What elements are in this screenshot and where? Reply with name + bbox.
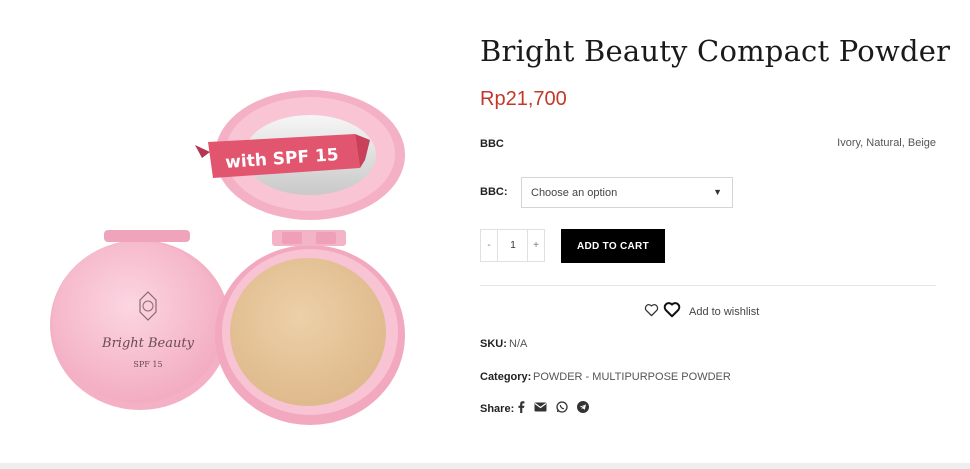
lid-brand-text: Bright Beauty bbox=[101, 336, 195, 351]
lid-spf-text: SPF 15 bbox=[133, 360, 162, 369]
divider bbox=[480, 285, 936, 286]
variation-select-value: Choose an option bbox=[531, 187, 618, 199]
product-title: Bright Beauty Compact Powder bbox=[480, 34, 951, 68]
whatsapp-icon[interactable] bbox=[556, 401, 568, 413]
add-to-wishlist-link[interactable]: Add to wishlist bbox=[644, 302, 759, 322]
product-price: Rp21,700 bbox=[480, 88, 567, 110]
sku-value: N/A bbox=[509, 338, 528, 350]
wishlist-label: Add to wishlist bbox=[689, 306, 760, 318]
add-to-cart-button[interactable]: ADD TO CART bbox=[561, 229, 665, 263]
telegram-icon[interactable] bbox=[577, 401, 589, 413]
share-icons bbox=[517, 401, 589, 413]
heart-outline-icon bbox=[644, 303, 659, 322]
quantity-increase-button[interactable]: + bbox=[527, 230, 544, 261]
quantity-decrease-button[interactable]: - bbox=[481, 230, 498, 261]
quantity-stepper: - 1 + bbox=[480, 229, 545, 262]
attribute-values: Ivory, Natural, Beige bbox=[837, 137, 936, 149]
heart-icon bbox=[663, 301, 681, 323]
chevron-down-icon: ▼ bbox=[713, 187, 722, 197]
category-link[interactable]: POWDER - MULTIPURPOSE POWDER bbox=[533, 371, 731, 383]
page-bottom-border bbox=[0, 463, 970, 469]
compact-powder-illustration: Bright Beauty SPF 15 with SPF 15 bbox=[50, 90, 405, 425]
quantity-input[interactable]: 1 bbox=[498, 230, 528, 261]
powder-pan bbox=[230, 258, 386, 406]
product-image[interactable]: Bright Beauty SPF 15 with SPF 15 bbox=[20, 60, 440, 460]
email-icon[interactable] bbox=[534, 402, 547, 412]
sku-label: SKU: bbox=[480, 338, 507, 350]
attribute-name: BBC bbox=[480, 138, 504, 150]
category-label: Category: bbox=[480, 371, 532, 383]
facebook-icon[interactable] bbox=[517, 401, 525, 413]
variation-select[interactable]: Choose an option ▼ bbox=[521, 177, 733, 208]
variation-label: BBC: bbox=[480, 186, 508, 198]
share-label: Share: bbox=[480, 403, 515, 415]
